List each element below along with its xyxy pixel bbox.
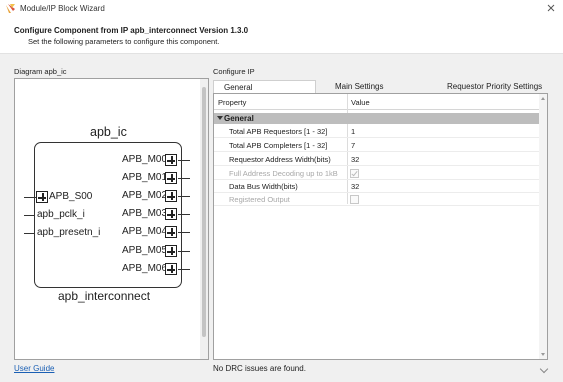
port-line-apb-presetn	[24, 233, 35, 234]
expand-icon[interactable]	[165, 245, 177, 257]
property-name: Full Address Decoding up to 1kB	[229, 169, 338, 178]
expand-icon[interactable]	[165, 154, 177, 166]
expand-icon[interactable]	[165, 226, 177, 238]
group-row-general[interactable]: General	[214, 113, 547, 124]
window-title: Module/IP Block Wizard	[20, 4, 105, 13]
block-module-name: apb_interconnect	[58, 289, 151, 303]
port-line-apb-m05	[178, 251, 190, 252]
port-apb-m00: APB_M00	[122, 154, 168, 165]
diagram-scroll-thumb[interactable]	[202, 87, 206, 337]
property-value-input[interactable]: 7	[351, 141, 355, 150]
port-apb-m05: APB_M05	[122, 245, 168, 256]
diagram-scrollbar[interactable]	[200, 79, 208, 359]
diagram-caption: Diagram apb_ic	[14, 67, 67, 76]
wizard-header: Configure Component from IP apb_intercon…	[0, 18, 563, 54]
port-apb-m04: APB_M04	[122, 226, 168, 237]
scroll-down-icon[interactable]	[541, 353, 545, 356]
property-row: Registered Output	[214, 193, 547, 206]
port-line-apb-m03	[178, 214, 190, 215]
grid-scrollbar[interactable]	[539, 94, 547, 359]
property-row[interactable]: Total APB Requestors [1 - 32] 1	[214, 125, 547, 138]
property-name: Data Bus Width(bits)	[229, 182, 298, 191]
property-row[interactable]: Data Bus Width(bits) 32	[214, 180, 547, 193]
port-apb-s00: APB_S00	[49, 191, 93, 202]
port-line-apb-m01	[178, 178, 190, 179]
drc-status: No DRC issues are found.	[213, 364, 306, 373]
tab-general[interactable]: General	[213, 80, 316, 93]
port-apb-m03: APB_M03	[122, 208, 168, 219]
vivado-logo-icon	[6, 4, 15, 13]
port-line-apb-m04	[178, 232, 190, 233]
port-apb-pclk-i: apb_pclk_i	[37, 209, 85, 220]
port-line-apb-m06	[178, 269, 190, 270]
property-name: Total APB Completers [1 - 32]	[229, 141, 328, 150]
expand-icon[interactable]	[165, 172, 177, 184]
collapse-triangle-icon[interactable]	[217, 116, 223, 120]
expand-icon[interactable]	[165, 208, 177, 220]
expand-icon[interactable]	[165, 190, 177, 202]
property-row[interactable]: Requestor Address Width(bits) 32	[214, 153, 547, 166]
configure-tabs: General Main Settings Requestor Priority…	[213, 80, 548, 93]
chevron-down-icon[interactable]	[539, 364, 549, 374]
expand-icon[interactable]	[165, 263, 177, 275]
property-name: Requestor Address Width(bits)	[229, 155, 331, 164]
checkmark-icon	[351, 169, 358, 177]
port-apb-m06: APB_M06	[122, 263, 168, 274]
grid-header: Property Value	[214, 94, 547, 110]
expand-icon[interactable]	[36, 191, 48, 203]
full-decoding-checkbox	[350, 169, 359, 178]
property-name: Registered Output	[229, 195, 290, 204]
scroll-up-icon[interactable]	[541, 97, 545, 100]
port-line-apb-pclk	[24, 215, 35, 216]
port-line-apb-m02	[178, 196, 190, 197]
header-title: Configure Component from IP apb_intercon…	[14, 26, 249, 35]
property-name: Total APB Requestors [1 - 32]	[229, 127, 328, 136]
column-header-value[interactable]: Value	[351, 98, 370, 107]
tab-requestor-priority-settings[interactable]: Requestor Priority Settings	[447, 80, 542, 93]
port-apb-presetn-i: apb_presetn_i	[37, 227, 101, 238]
registered-output-checkbox	[350, 195, 359, 204]
property-value-input[interactable]: 32	[351, 155, 359, 164]
title-bar: Module/IP Block Wizard	[0, 0, 563, 18]
port-line-apb-m00	[178, 160, 190, 161]
close-icon[interactable]	[545, 2, 557, 14]
property-value-input[interactable]: 1	[351, 127, 355, 136]
user-guide-link[interactable]: User Guide	[14, 364, 54, 373]
column-header-property[interactable]: Property	[218, 98, 246, 107]
port-apb-m01: APB_M01	[122, 172, 168, 183]
tab-main-settings[interactable]: Main Settings	[335, 80, 383, 93]
property-value-input[interactable]: 32	[351, 182, 359, 191]
group-label: General	[224, 114, 254, 123]
port-line-apb-s00	[24, 197, 36, 198]
property-row: Full Address Decoding up to 1kB	[214, 167, 547, 180]
block-instance-name: apb_ic	[90, 125, 127, 139]
configure-caption: Configure IP	[213, 67, 255, 76]
property-grid: Property Value General Total APB Request…	[213, 93, 548, 360]
port-apb-m02: APB_M02	[122, 190, 168, 201]
header-subtitle: Set the following parameters to configur…	[28, 37, 220, 46]
property-row[interactable]: Total APB Completers [1 - 32] 7	[214, 139, 547, 152]
